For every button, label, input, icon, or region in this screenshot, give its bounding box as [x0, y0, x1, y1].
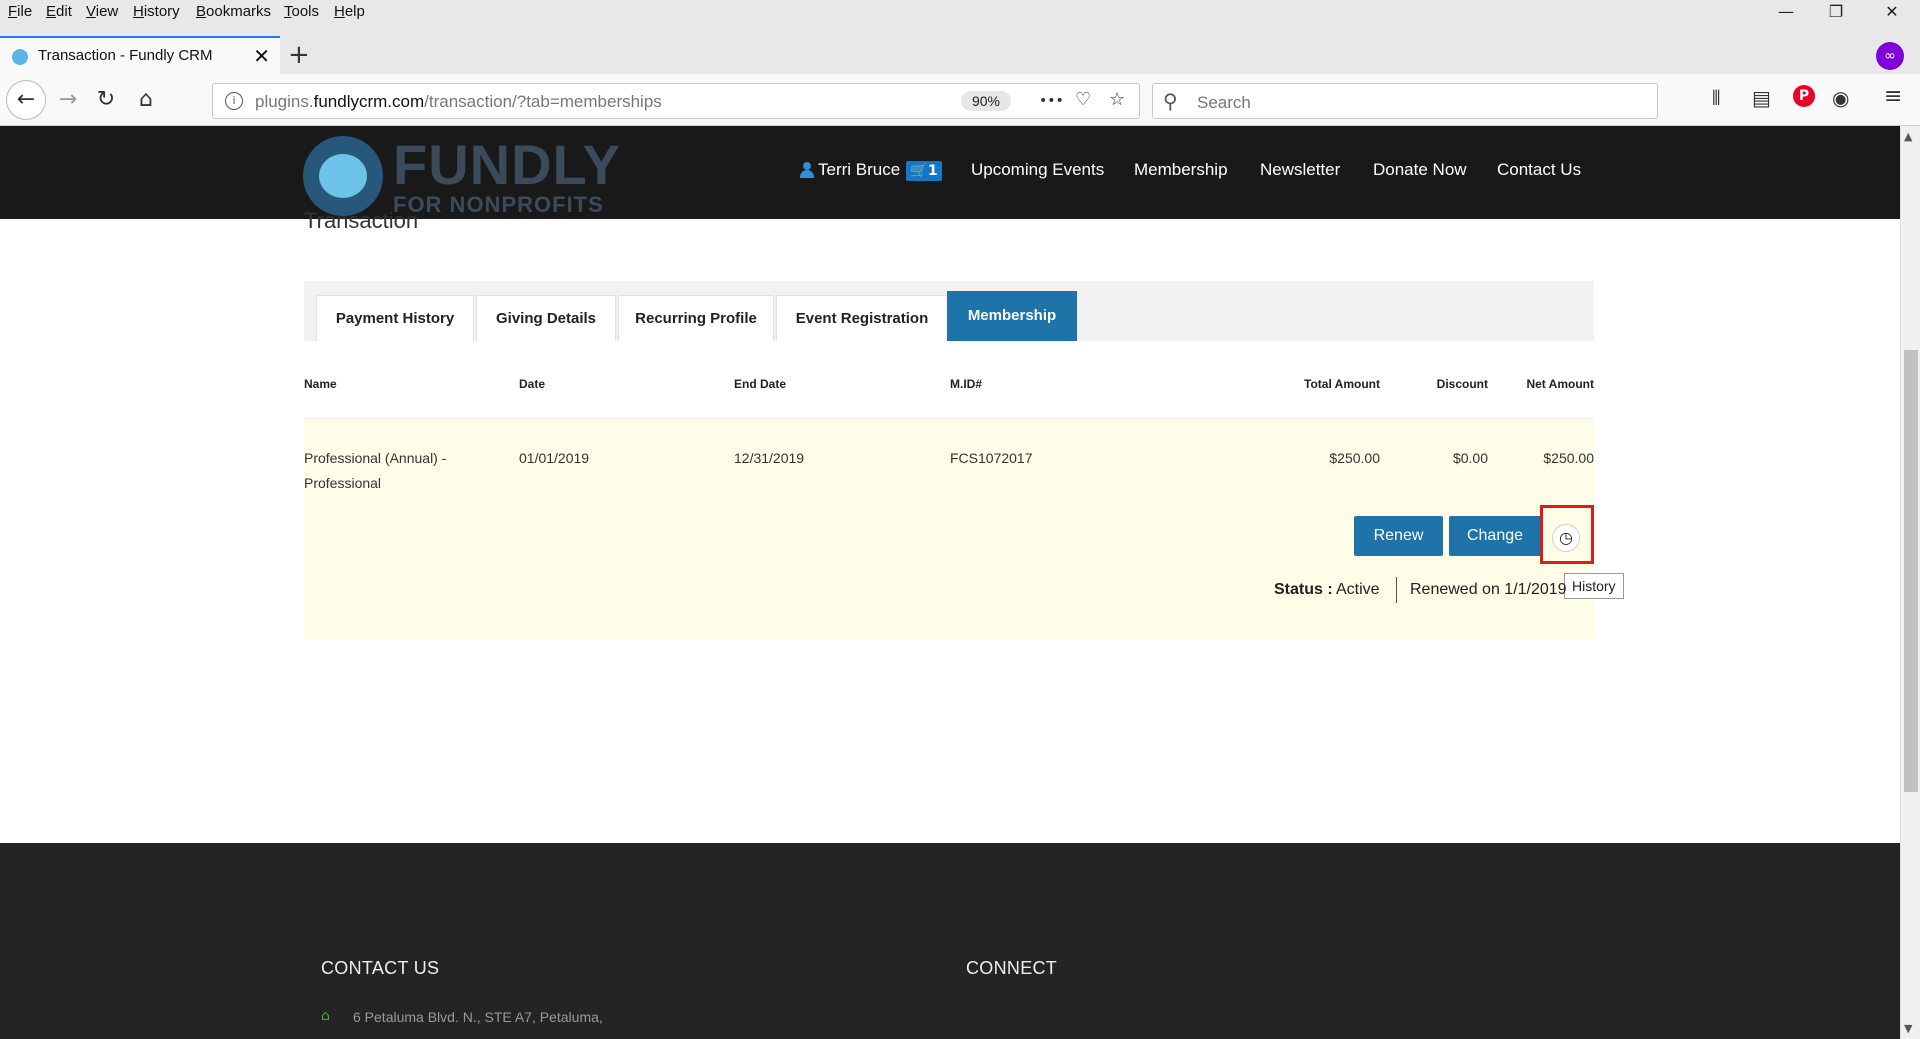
tab-title: Transaction - Fundly CRM	[38, 47, 213, 64]
nav-upcoming-events[interactable]: Upcoming Events	[971, 160, 1104, 180]
cart-icon[interactable]: 🛒1	[906, 161, 942, 181]
menu-bookmarks[interactable]: Bookmarks	[196, 3, 271, 20]
forward-button[interactable]: →	[50, 82, 86, 118]
renew-button[interactable]: Renew	[1354, 516, 1443, 556]
fundly-favicon-icon	[12, 49, 28, 65]
transaction-tabs: Payment History Giving Details Recurring…	[304, 281, 1594, 341]
search-placeholder: Search	[1197, 93, 1251, 112]
column-header-mid: M.ID#	[950, 377, 983, 391]
page-actions-icon[interactable]: •••	[1039, 93, 1064, 109]
menu-file[interactable]: File	[8, 3, 32, 20]
membership-end-date: 12/31/2019	[734, 450, 805, 466]
restore-button[interactable]: ❐	[1816, 2, 1856, 24]
back-button[interactable]: ←	[6, 80, 46, 120]
status-label: Status :	[1274, 581, 1333, 598]
nav-contact-us[interactable]: Contact Us	[1497, 160, 1581, 180]
scroll-thumb[interactable]	[1904, 350, 1918, 792]
tab-membership[interactable]: Membership	[947, 291, 1077, 341]
zoom-indicator[interactable]: 90%	[961, 91, 1011, 111]
renewed-date: Renewed on 1/1/2019	[1410, 581, 1567, 598]
hamburger-menu-icon[interactable]: ≡	[1884, 84, 1902, 109]
close-window-button[interactable]: ✕	[1872, 2, 1912, 24]
page-title: Transaction	[304, 208, 419, 233]
library-icon[interactable]: ⫴	[1712, 86, 1720, 110]
account-icon[interactable]: ◉	[1832, 86, 1849, 110]
column-header-total-amount: Total Amount	[1304, 377, 1380, 391]
tab-close-icon[interactable]: ✕	[253, 44, 270, 68]
membership-name-line2: Professional	[304, 475, 382, 491]
menu-tools[interactable]: Tools	[284, 3, 319, 20]
logo-brand: FUNDLY	[393, 133, 621, 196]
nav-user-name[interactable]: Terri Bruce	[818, 160, 900, 180]
logo-heart-icon	[303, 136, 383, 216]
membership-date: 01/01/2019	[519, 450, 590, 466]
menu-view[interactable]: View	[86, 3, 118, 20]
site-footer: CONTACT US CONNECT ⌂ 6 Petaluma Blvd. N.…	[0, 843, 1900, 1039]
search-icon: ⚲	[1163, 89, 1178, 113]
membership-id: FCS1072017	[950, 450, 1033, 466]
history-clock-icon[interactable]: ◷	[1552, 524, 1580, 552]
column-header-end-date: End Date	[734, 377, 787, 391]
tab-giving-details[interactable]: Giving Details	[476, 295, 616, 341]
nav-membership[interactable]: Membership	[1134, 160, 1228, 180]
footer-connect-heading: CONNECT	[966, 958, 1058, 978]
status-divider	[1396, 577, 1397, 603]
page-scrollbar[interactable]: ▲ ▼	[1900, 126, 1920, 1039]
nav-donate-now[interactable]: Donate Now	[1373, 160, 1467, 180]
fundly-logo[interactable]: FUNDLY FOR NONPROFITS	[303, 133, 620, 217]
nav-newsletter[interactable]: Newsletter	[1260, 160, 1340, 180]
bookmark-star-icon[interactable]: ☆	[1109, 89, 1125, 110]
tab-payment-history[interactable]: Payment History	[316, 295, 474, 341]
column-header-net-amount: Net Amount	[1526, 377, 1594, 391]
pocket-icon[interactable]: ♡	[1075, 89, 1091, 110]
sidebar-icon[interactable]: ▤	[1752, 86, 1771, 110]
search-bar[interactable]: ⚲ Search	[1152, 83, 1658, 119]
url-bar[interactable]: i plugins.fundlycrm.com/transaction/?tab…	[212, 83, 1140, 119]
change-button[interactable]: Change	[1449, 516, 1541, 556]
logo-tagline: FOR NONPROFITS	[393, 192, 604, 217]
url-prefix: plugins.	[255, 92, 314, 111]
footer-address: 6 Petaluma Blvd. N., STE A7, Petaluma,	[353, 1009, 603, 1025]
footer-contact-heading: CONTACT US	[321, 958, 440, 978]
reload-button[interactable]: ↻	[88, 82, 124, 118]
membership-net-amount: $250.00	[1543, 450, 1594, 466]
column-header-discount: Discount	[1436, 377, 1488, 391]
menu-bar: File Edit View History Bookmarks Tools H…	[0, 0, 1920, 24]
scroll-down-icon[interactable]: ▼	[1904, 1022, 1912, 1035]
tab-event-registration[interactable]: Event Registration	[776, 295, 948, 341]
url-domain: fundlycrm.com	[313, 92, 425, 111]
home-icon: ⌂	[321, 1008, 330, 1024]
pinterest-icon[interactable]: P	[1793, 85, 1815, 107]
history-tooltip: History	[1564, 573, 1624, 599]
column-header-name: Name	[304, 377, 337, 391]
membership-name: Professional (Annual) - Professional	[304, 446, 446, 496]
logo-heart-inner	[319, 154, 367, 198]
scroll-up-icon[interactable]: ▲	[1904, 130, 1912, 143]
tab-recurring-profile[interactable]: Recurring Profile	[618, 295, 774, 341]
navigation-toolbar: ← → ↻ ⌂ i plugins.fundlycrm.com/transact…	[0, 74, 1920, 126]
user-icon	[800, 162, 814, 178]
column-header-date: Date	[519, 377, 546, 391]
url-text[interactable]: plugins.fundlycrm.com/transaction/?tab=m…	[255, 92, 662, 112]
minimize-button[interactable]: —	[1766, 2, 1806, 24]
menu-help[interactable]: Help	[334, 3, 365, 20]
site-info-icon[interactable]: i	[225, 92, 243, 110]
table-row: Professional (Annual) - Professional 01/…	[304, 419, 1624, 639]
browser-tab-active[interactable]: Transaction - Fundly CRM ✕	[0, 36, 280, 74]
private-browsing-icon: ∞	[1876, 42, 1904, 70]
membership-discount: $0.00	[1452, 450, 1488, 466]
tab-bar: Transaction - Fundly CRM ✕ + ∞	[0, 24, 1920, 74]
menu-history[interactable]: History	[133, 3, 180, 20]
membership-total-amount: $250.00	[1329, 450, 1380, 466]
membership-name-line1: Professional (Annual) -	[304, 450, 447, 466]
home-button[interactable]: ⌂	[128, 82, 164, 118]
new-tab-button[interactable]: +	[288, 40, 310, 70]
url-path: /transaction/?tab=memberships	[424, 92, 662, 111]
status-value: Active	[1336, 581, 1380, 598]
menu-edit[interactable]: Edit	[46, 3, 72, 20]
site-header: FUNDLY FOR NONPROFITS Terri Bruce 🛒1 Upc…	[0, 126, 1900, 219]
